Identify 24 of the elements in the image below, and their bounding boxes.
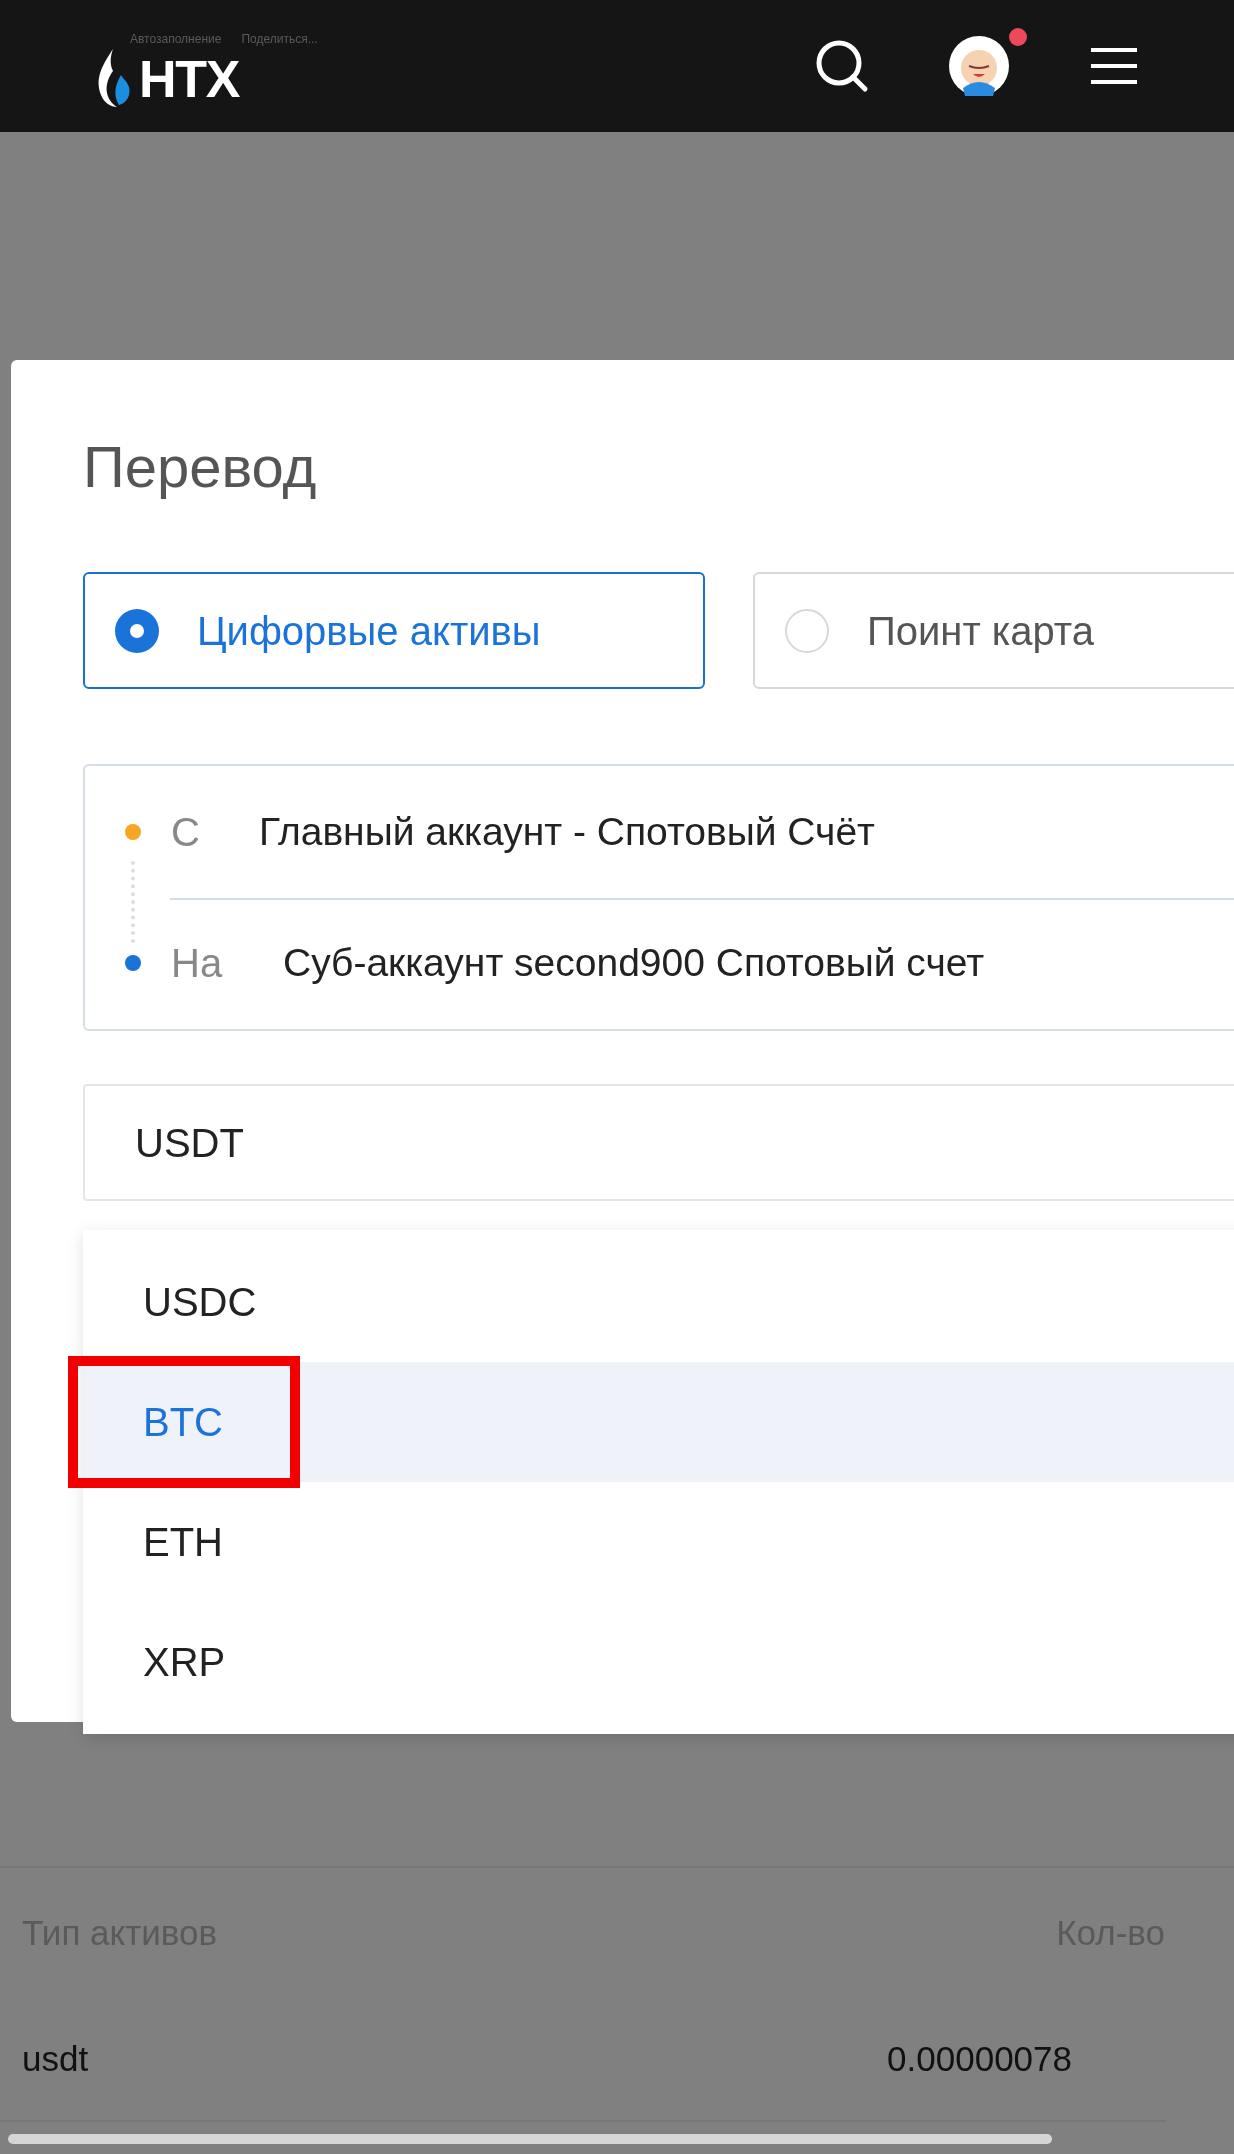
table-cell-text: 0.00000078 [887, 2037, 1072, 2080]
hint-text: Автозаполнение [130, 31, 222, 48]
coin-select[interactable]: USDT [83, 1084, 1234, 1201]
coin-option[interactable]: XRP [83, 1602, 1234, 1722]
logo[interactable]: HTX [95, 49, 240, 109]
menu-icon[interactable] [1089, 46, 1139, 86]
account-name: Суб-аккаунт second900 Спотовый счет [283, 940, 984, 986]
asset-type-option[interactable]: Цифорвые активы [83, 572, 705, 689]
search-icon[interactable] [815, 39, 869, 93]
asset-type-option[interactable]: Поинт карта [753, 572, 1234, 689]
coin-option[interactable]: ETH [83, 1482, 1234, 1602]
route-label: На [171, 940, 224, 988]
logo-text: HTX [139, 53, 240, 105]
route-label: С [171, 808, 201, 856]
radio-icon [785, 608, 829, 653]
radio-icon [115, 608, 159, 653]
coin-option[interactable]: BTC [83, 1362, 1234, 1482]
coin-option[interactable]: USDC [83, 1242, 1234, 1362]
avatar-icon[interactable] [949, 36, 1009, 96]
option-label: Поинт карта [867, 607, 1094, 655]
hint-text: Поделиться... [241, 31, 318, 48]
account-name: Главный аккаунт - Спотовый Счёт [259, 808, 875, 855]
option-label: Цифорвые активы [197, 607, 541, 655]
table-cell-text: usdt [22, 2037, 89, 2080]
